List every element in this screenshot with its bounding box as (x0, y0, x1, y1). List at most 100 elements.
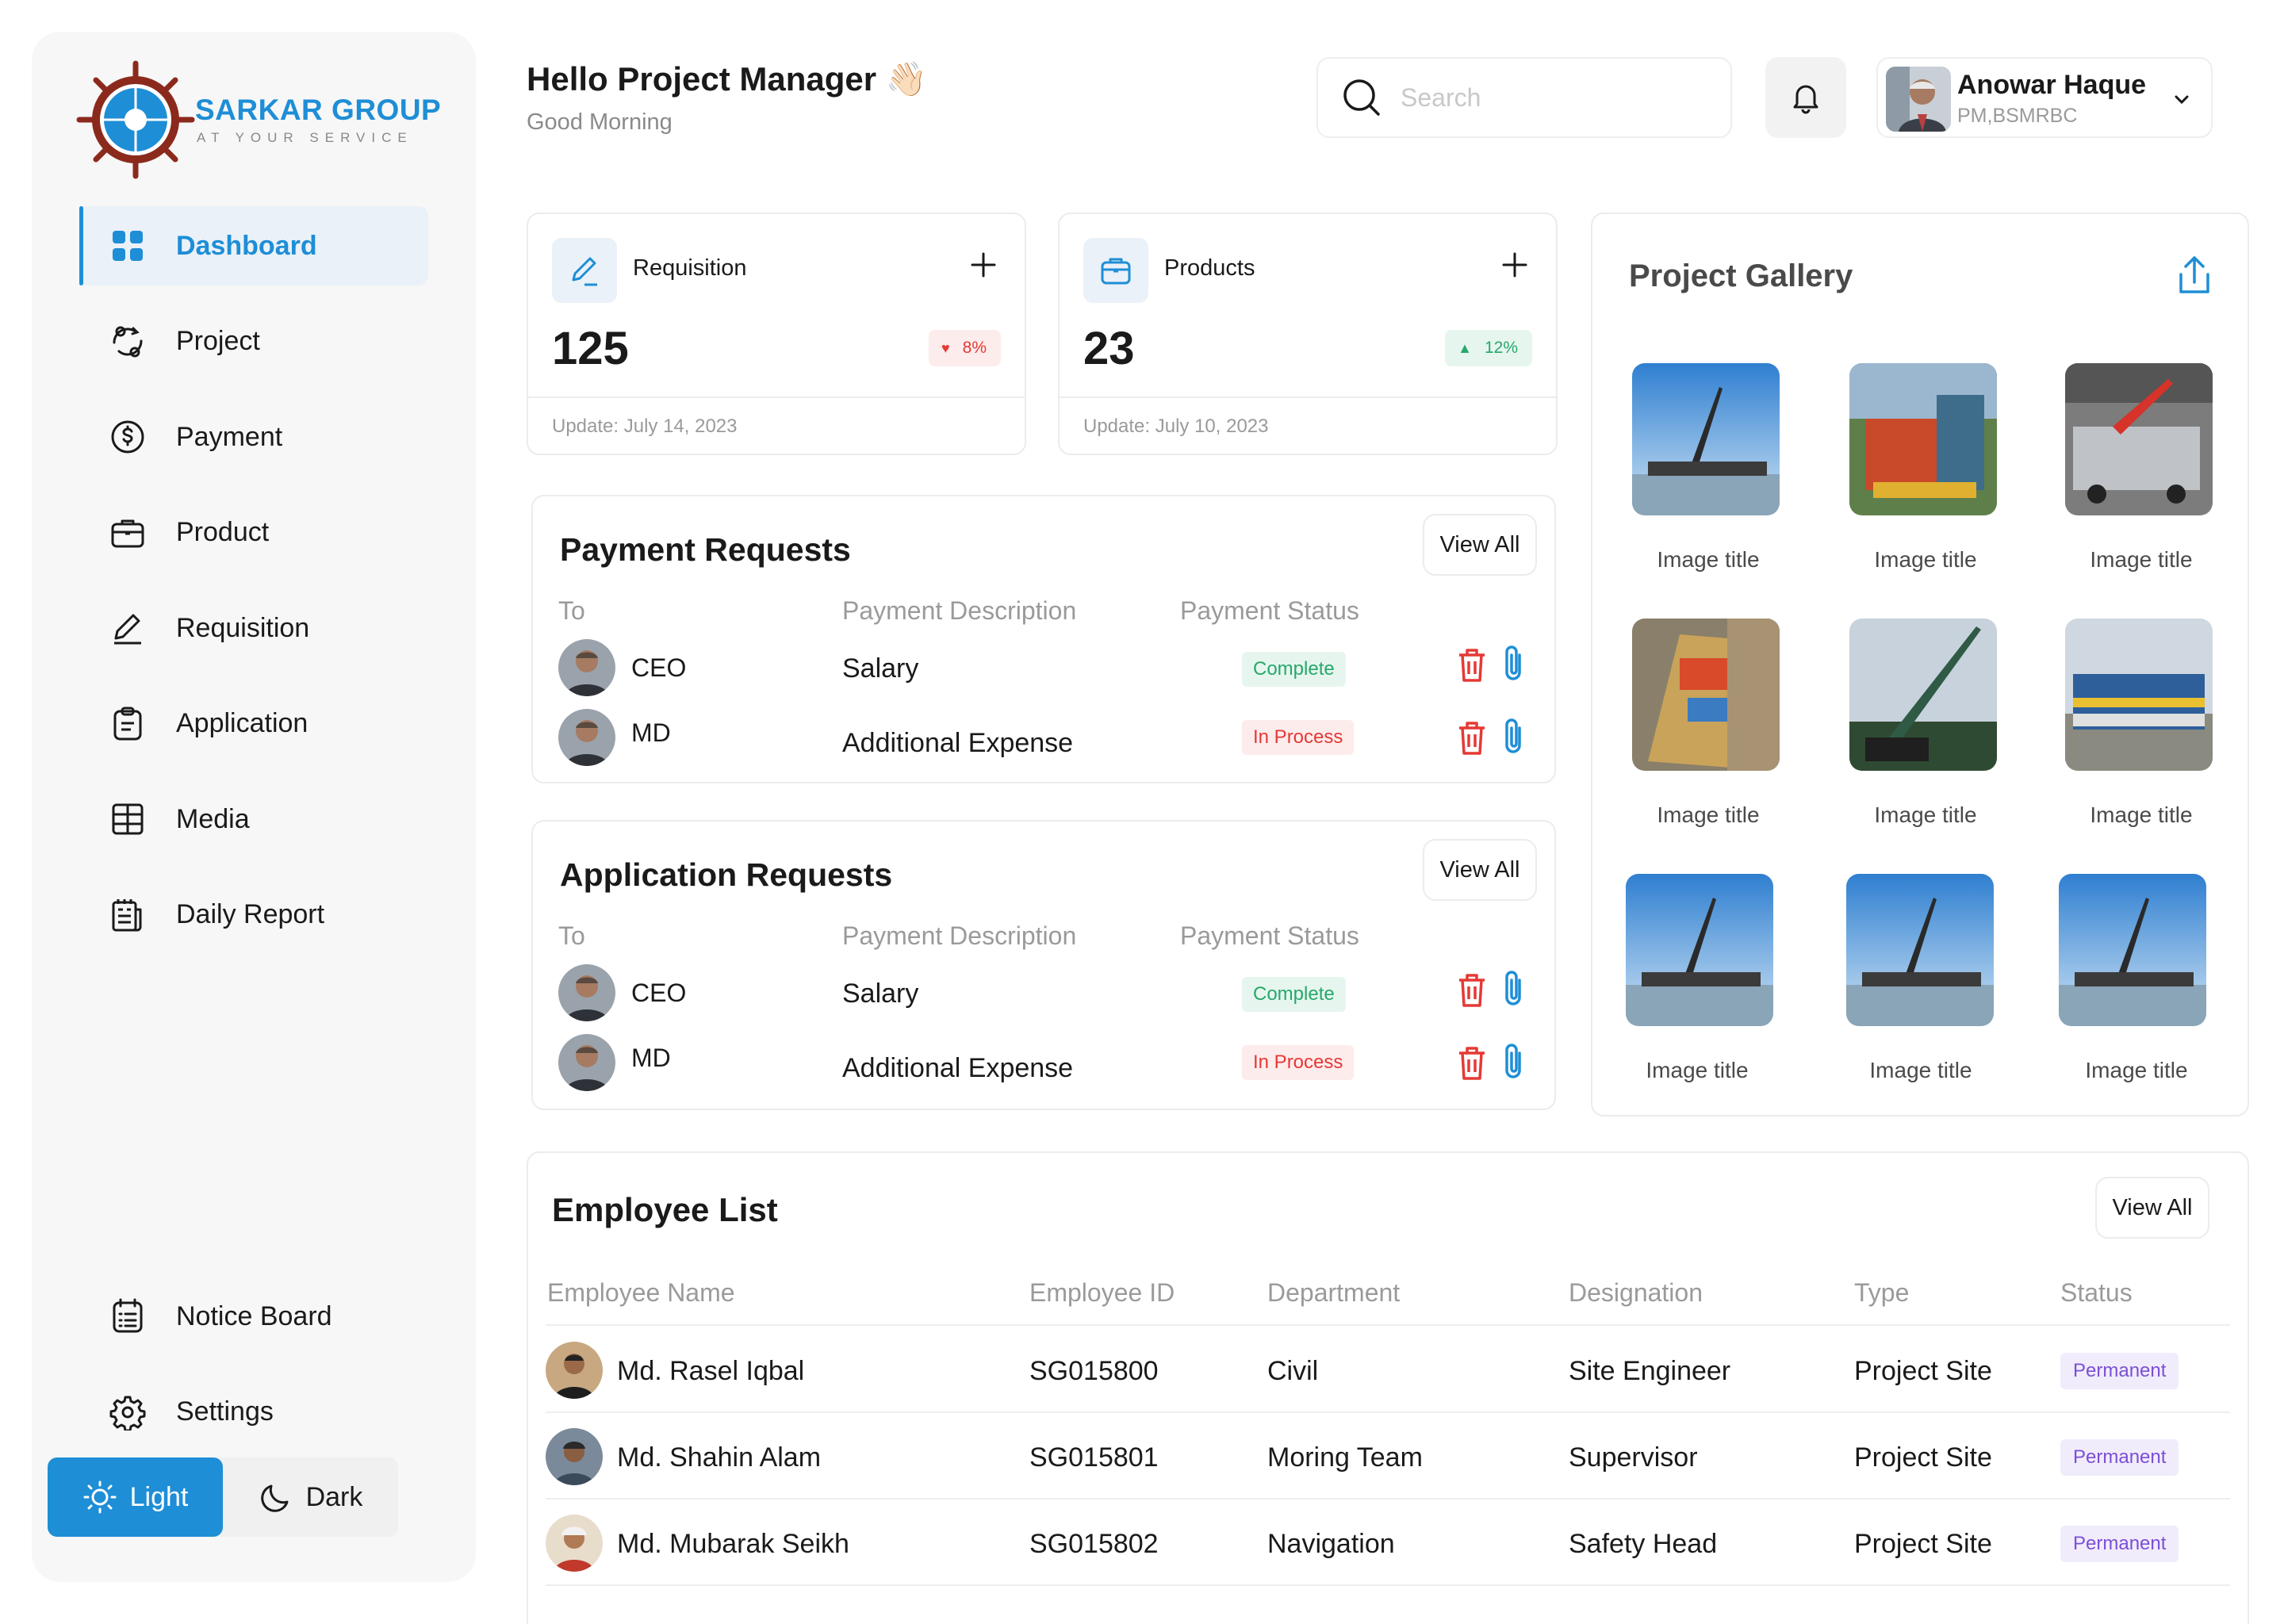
avatar (558, 639, 615, 696)
sidebar-nav: Dashboard Project Payment Product Requis… (79, 206, 428, 971)
sidebar-item-media[interactable]: Media (79, 779, 428, 859)
requisition-stat-card[interactable]: Requisition 125 ♥ 8% Update: July 14, 202… (527, 213, 1026, 455)
sidebar-item-project[interactable]: Project (79, 302, 428, 381)
light-theme-button[interactable]: Light (48, 1457, 223, 1537)
gallery-caption: Image title (1869, 1058, 1972, 1082)
search-input[interactable] (1401, 82, 1702, 113)
sidebar-item-dashboard[interactable]: Dashboard (79, 206, 428, 285)
triangle-up-icon: ▲ (1458, 339, 1472, 356)
attachment-icon[interactable] (1499, 969, 1531, 1009)
gallery-item[interactable]: Image title (2065, 363, 2216, 572)
delete-icon[interactable] (1456, 647, 1488, 684)
gallery-item[interactable]: Image title (2065, 619, 2216, 827)
table-row: CEO Salary Complete (533, 964, 1554, 1028)
column-header: Payment Status (1180, 921, 1359, 950)
stat-label: Requisition (633, 255, 747, 281)
gallery-item[interactable]: Image title (1626, 874, 1776, 1082)
trend-value: 8% (962, 339, 987, 357)
table-row: MD Additional Expense In Process (533, 709, 1554, 772)
gallery-caption: Image title (1874, 547, 1977, 572)
employee-name: Md. Shahin Alam (617, 1442, 822, 1473)
sidebar-item-application[interactable]: Application (79, 684, 428, 764)
sun-icon (83, 1480, 117, 1514)
sidebar-item-label: Payment (176, 421, 283, 452)
table-row[interactable]: Md. Mubarak Seikh SG015802 Navigation Sa… (528, 1499, 2248, 1584)
sidebar-item-payment[interactable]: Payment (79, 397, 428, 477)
gallery-item[interactable]: Image title (1849, 619, 2000, 827)
payment-requests-panel: Payment Requests View All To Payment Des… (531, 495, 1556, 783)
gallery-caption: Image title (1874, 802, 1977, 827)
column-header: Payment Description (842, 921, 1077, 950)
products-stat-card[interactable]: Products 23 ▲ 12% Update: July 10, 2023 (1058, 213, 1558, 455)
dollar-circle-icon (109, 419, 146, 455)
request-recipient: CEO (631, 653, 687, 682)
gallery-item[interactable]: Image title (1632, 363, 1783, 572)
status-badge: Permanent (2060, 1353, 2179, 1389)
sidebar-item-daily-report[interactable]: Daily Report (79, 875, 428, 955)
attachment-icon[interactable] (1499, 644, 1531, 684)
request-description: Salary (842, 653, 919, 684)
column-header: To (558, 921, 585, 950)
employee-id: SG015800 (1029, 1356, 1159, 1386)
divider (528, 396, 1025, 398)
gallery-item[interactable]: Image title (1846, 874, 1997, 1082)
gallery-caption: Image title (1657, 802, 1760, 827)
sidebar: SARKAR GROUP AT YOUR SERVICE Dashboard P… (32, 32, 476, 1582)
ship-wheel-logo-icon (76, 60, 195, 179)
avatar (546, 1428, 603, 1485)
view-all-button[interactable]: View All (1423, 839, 1537, 901)
sidebar-item-requisition[interactable]: Requisition (79, 588, 428, 668)
column-header: Employee ID (1029, 1278, 1175, 1307)
gallery-caption: Image title (2085, 1058, 2188, 1082)
delete-icon[interactable] (1456, 1045, 1488, 1082)
table-row: CEO Salary Complete (533, 639, 1554, 703)
company-logo[interactable]: SARKAR GROUP AT YOUR SERVICE (76, 60, 441, 179)
delete-icon[interactable] (1456, 720, 1488, 756)
moon-icon (260, 1484, 289, 1512)
light-theme-label: Light (129, 1481, 189, 1512)
column-header: Status (2060, 1278, 2133, 1307)
status-badge: In Process (1242, 1045, 1355, 1080)
dark-theme-button[interactable]: Dark (223, 1457, 398, 1537)
panel-title: Project Gallery (1629, 259, 1853, 293)
avatar (558, 1034, 615, 1091)
stat-updated: Update: July 10, 2023 (1083, 416, 1269, 437)
table-row[interactable]: Md. Rasel Iqbal SG015800 Civil Site Engi… (528, 1326, 2248, 1411)
panel-title: Application Requests (560, 856, 893, 893)
employee-designation: Safety Head (1569, 1529, 1718, 1559)
search-icon (1343, 79, 1380, 116)
request-description: Additional Expense (842, 1053, 1074, 1083)
employee-type: Project Site (1854, 1442, 1992, 1473)
user-role: PM,BSMRBC (1957, 105, 2078, 127)
view-all-button[interactable]: View All (2095, 1177, 2209, 1239)
bell-icon (1793, 85, 1818, 114)
employee-department: Moring Team (1267, 1442, 1423, 1473)
column-header: Payment Status (1180, 596, 1359, 625)
sidebar-item-settings[interactable]: Settings (79, 1373, 428, 1452)
attachment-icon[interactable] (1499, 717, 1531, 756)
employee-designation: Supervisor (1569, 1442, 1698, 1473)
project-gallery-panel: Project Gallery Image title Image title … (1591, 213, 2249, 1116)
upload-share-icon[interactable] (2175, 255, 2214, 298)
sidebar-item-product[interactable]: Product (79, 493, 428, 573)
add-requisition-button[interactable] (966, 247, 1001, 282)
sidebar-item-notice-board[interactable]: Notice Board (79, 1277, 428, 1356)
gallery-item[interactable]: Image title (1849, 363, 2000, 572)
panel-title: Employee List (552, 1191, 778, 1228)
add-product-button[interactable] (1497, 247, 1532, 282)
table-row[interactable]: Md. Shahin Alam SG015801 Moring Team Sup… (528, 1412, 2248, 1498)
employee-name: Md. Mubarak Seikh (617, 1529, 849, 1559)
stat-updated: Update: July 14, 2023 (552, 416, 738, 437)
user-profile-menu[interactable]: Anowar Haque PM,BSMRBC (1876, 57, 2213, 138)
gallery-item[interactable]: Image title (2059, 874, 2209, 1082)
status-badge: Complete (1242, 977, 1346, 1012)
view-all-button[interactable]: View All (1423, 514, 1537, 576)
page-title: Hello Project Manager 👋🏻 (527, 60, 928, 98)
gallery-item[interactable]: Image title (1632, 619, 1783, 827)
project-cycle-icon (109, 324, 146, 360)
pen-icon (552, 238, 617, 303)
attachment-icon[interactable] (1499, 1042, 1531, 1082)
delete-icon[interactable] (1456, 972, 1488, 1009)
notifications-button[interactable] (1765, 57, 1846, 138)
gallery-caption: Image title (2090, 802, 2193, 827)
